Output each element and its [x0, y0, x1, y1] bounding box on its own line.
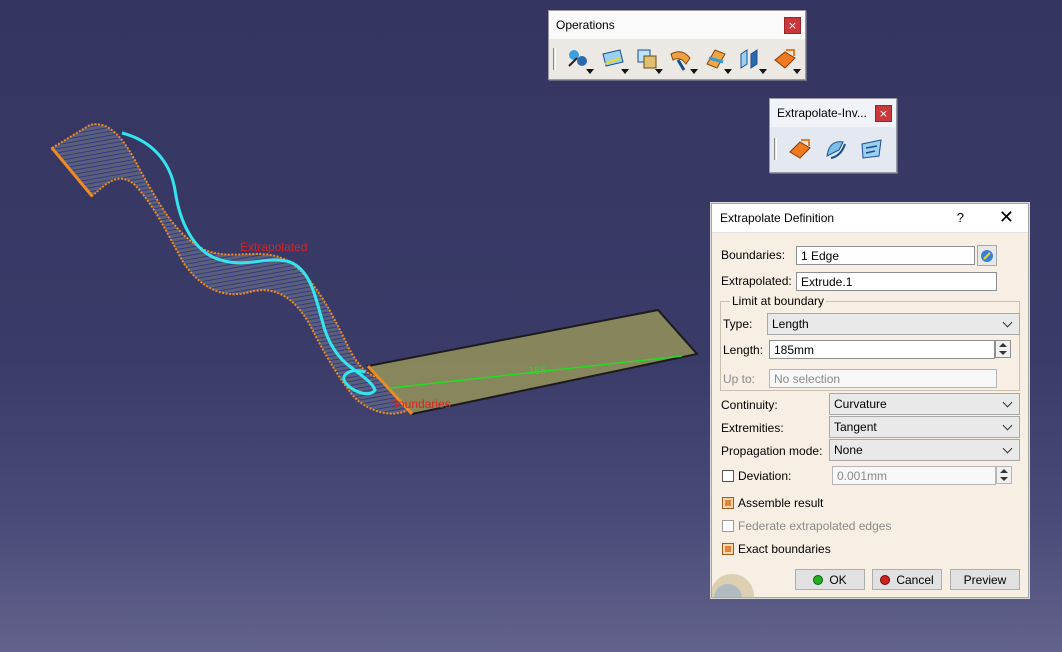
translate-icon[interactable] — [734, 43, 767, 75]
deviation-checkbox[interactable] — [722, 470, 734, 482]
cancel-button[interactable]: Cancel — [872, 569, 942, 590]
extrapolate-toolbar: Extrapolate-Inv... × — [769, 98, 897, 173]
boundaries-label[interactable]: Boundaries — [390, 397, 451, 411]
join-healing-icon[interactable] — [562, 43, 595, 75]
dialog-title: Extrapolate Definition — [720, 211, 835, 225]
extrapolated-label: Extrapolated: — [721, 274, 792, 288]
extrapolated-field[interactable]: Extrude.1 — [796, 272, 997, 291]
type-select[interactable]: Length — [767, 313, 1020, 335]
type-label: Type: — [723, 317, 753, 331]
continuity-value: Curvature — [834, 397, 887, 411]
preview-button[interactable]: Preview — [950, 569, 1020, 590]
exact-boundaries-checkbox[interactable] — [722, 543, 734, 555]
propagation-value: None — [834, 443, 863, 457]
deviation-label: Deviation: — [738, 469, 792, 483]
deviation-stepper[interactable] — [996, 466, 1012, 484]
dialog-titlebar[interactable]: Extrapolate Definition ? ✕ — [712, 204, 1028, 233]
chevron-down-icon — [1002, 397, 1013, 407]
help-button[interactable]: ? — [957, 210, 964, 225]
toolbar-grip[interactable] — [774, 138, 777, 160]
continuity-label: Continuity: — [721, 398, 778, 412]
invert-orientation-icon[interactable] — [819, 133, 853, 165]
extrapolate-toolbar-title: Extrapolate-Inv... — [777, 106, 867, 120]
deviation-field[interactable]: 0.001mm — [832, 466, 996, 485]
length-stepper[interactable] — [995, 340, 1011, 358]
spine-curve[interactable] — [121, 131, 377, 396]
chevron-down-icon — [1002, 317, 1013, 327]
dimension-label[interactable]: 185 — [528, 365, 546, 377]
operations-toolbar: Operations × — [548, 10, 806, 80]
assemble-result-label: Assemble result — [738, 496, 824, 510]
propagation-select[interactable]: None — [829, 439, 1020, 461]
cancel-icon — [880, 574, 891, 585]
assemble-result-row[interactable]: Assemble result — [722, 496, 823, 510]
close-button[interactable]: ✕ — [999, 207, 1014, 228]
catia-logo-icon — [712, 574, 754, 598]
cancel-label: Cancel — [896, 572, 934, 587]
ok-button[interactable]: OK — [795, 569, 865, 590]
toolbar-grip[interactable] — [553, 48, 556, 70]
edge-selection-icon — [981, 249, 993, 262]
propagation-label: Propagation mode: — [721, 444, 823, 458]
continuity-select[interactable]: Curvature — [829, 393, 1020, 415]
length-label: Length: — [723, 343, 764, 357]
chevron-down-icon — [1002, 420, 1013, 430]
extrapolate-icon[interactable] — [769, 43, 802, 75]
chevron-down-icon — [1002, 443, 1013, 453]
near-icon[interactable] — [855, 133, 889, 165]
extremities-label: Extremities: — [721, 421, 784, 435]
untrim-icon[interactable] — [631, 43, 664, 75]
extremities-value: Tangent — [834, 420, 877, 434]
length-field[interactable]: 185mm — [769, 340, 995, 359]
federate-edges-label: Federate extrapolated edges — [738, 519, 892, 533]
boundaries-field[interactable]: 1 Edge — [796, 246, 975, 265]
boundaries-label: Boundaries: — [721, 248, 786, 262]
extrapolate-icon[interactable] — [783, 133, 817, 165]
edge-selection-button[interactable] — [977, 245, 997, 266]
close-icon[interactable]: × — [784, 16, 801, 34]
deviation-checkbox-row[interactable]: Deviation: — [722, 469, 791, 483]
federate-edges-row[interactable]: Federate extrapolated edges — [722, 519, 891, 533]
extrapolated-label[interactable]: Extrapolated — [240, 240, 307, 254]
operations-toolbar-titlebar[interactable]: Operations × — [549, 11, 805, 39]
extrapolate-toolbar-titlebar[interactable]: Extrapolate-Inv... × — [770, 99, 896, 127]
ok-icon — [813, 574, 824, 585]
assemble-result-checkbox[interactable] — [722, 497, 734, 509]
upto-label: Up to: — [723, 372, 756, 386]
fillet-icon[interactable] — [665, 43, 698, 75]
exact-boundaries-label: Exact boundaries — [738, 542, 831, 556]
boundary-icon[interactable] — [596, 43, 629, 75]
limit-at-boundary-legend: Limit at boundary — [730, 294, 827, 308]
extremities-select[interactable]: Tangent — [829, 416, 1020, 438]
split-trim-icon[interactable] — [700, 43, 733, 75]
operations-toolbar-title: Operations — [556, 18, 615, 32]
federate-edges-checkbox[interactable] — [722, 520, 734, 532]
type-value: Length — [772, 317, 809, 331]
exact-boundaries-row[interactable]: Exact boundaries — [722, 542, 831, 556]
close-icon[interactable]: × — [875, 104, 892, 122]
upto-field[interactable]: No selection — [769, 369, 997, 388]
ok-label: OK — [829, 572, 847, 587]
extrapolate-definition-dialog: Extrapolate Definition ? ✕ Boundaries: 1… — [711, 203, 1029, 598]
